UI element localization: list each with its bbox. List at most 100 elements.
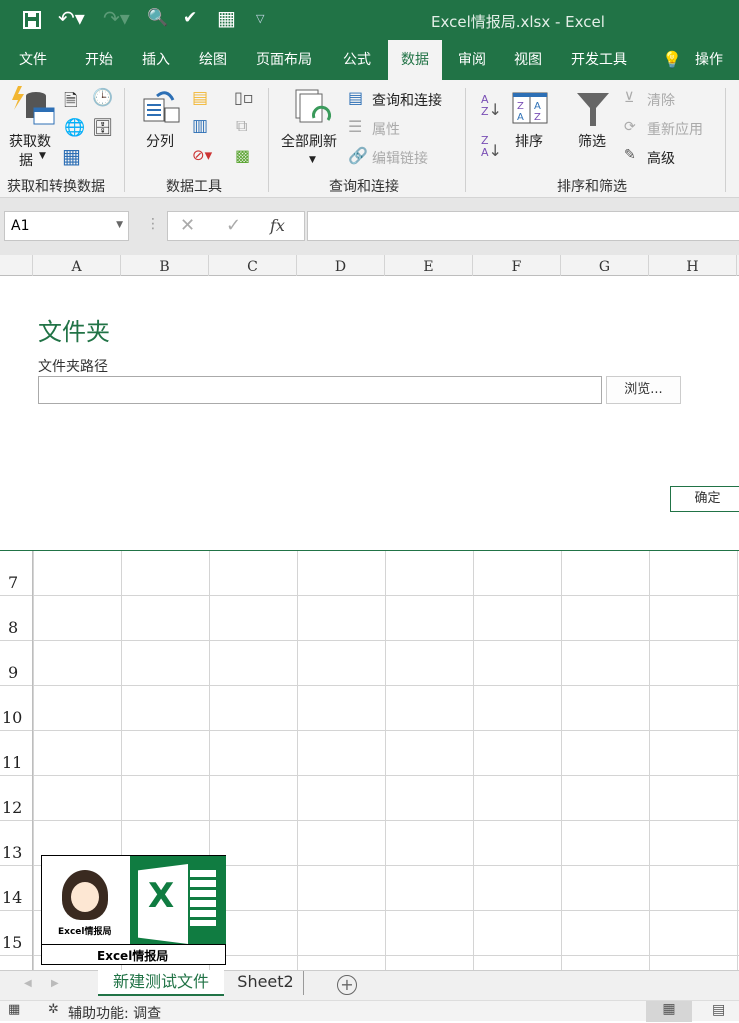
column-header-h[interactable]: H bbox=[649, 255, 737, 276]
gridline bbox=[737, 551, 738, 970]
gridline bbox=[561, 551, 562, 970]
undo-icon[interactable]: ↶▾ bbox=[58, 6, 85, 30]
properties-icon: ☰ bbox=[348, 117, 363, 136]
folder-path-input[interactable] bbox=[38, 376, 602, 404]
browse-button[interactable]: 浏览... bbox=[606, 376, 681, 404]
sort-descending-icon[interactable]: Z A↓ bbox=[481, 135, 502, 159]
properties-button: 属性 bbox=[372, 122, 400, 138]
tab-insert[interactable]: 插入 bbox=[132, 40, 180, 80]
chevron-down-icon[interactable]: ▼ bbox=[116, 220, 123, 230]
tab-page-layout[interactable]: 页面布局 bbox=[246, 40, 322, 80]
data-model-icon[interactable]: ▩ bbox=[235, 146, 250, 165]
gridline bbox=[385, 551, 386, 970]
consolidate-icon[interactable]: ▯▫ bbox=[234, 88, 254, 107]
row-header-7[interactable]: 7 bbox=[0, 551, 33, 596]
advanced-button[interactable]: 高级 bbox=[647, 148, 675, 168]
add-sheet-icon[interactable]: + bbox=[337, 975, 357, 995]
row-header-11[interactable]: 11 bbox=[0, 731, 33, 776]
gridline bbox=[33, 595, 739, 596]
row-header-8[interactable]: 8 bbox=[0, 596, 33, 641]
table-icon[interactable]: ▦ bbox=[217, 6, 236, 30]
folder-dialog: 文件夹 文件夹路径 浏览... 确定 bbox=[0, 276, 739, 551]
row-header-15[interactable]: 15 bbox=[0, 911, 33, 956]
tab-home[interactable]: 开始 bbox=[75, 40, 123, 80]
from-table-icon[interactable]: ▦ bbox=[62, 144, 81, 168]
gridline bbox=[33, 730, 739, 731]
logo-image[interactable]: Excel情报局 X Excel情报局 bbox=[41, 855, 226, 965]
text-to-columns-button[interactable]: 分列 bbox=[146, 131, 174, 151]
from-text-icon[interactable]: 🗎 bbox=[64, 88, 78, 117]
row-header-9[interactable]: 9 bbox=[0, 641, 33, 686]
edit-links-button: 编辑链接 bbox=[372, 151, 428, 167]
dropdown-arrow-icon: ▼ bbox=[39, 151, 46, 161]
row-header-13[interactable]: 13 bbox=[0, 821, 33, 866]
sort-ascending-icon[interactable]: A Z↓ bbox=[481, 94, 502, 118]
svg-text:A: A bbox=[534, 101, 541, 112]
get-data-button-2[interactable]: 据 bbox=[19, 150, 33, 170]
publish-icon[interactable]: ✔ bbox=[183, 8, 197, 28]
sheet-tab-active[interactable]: 新建测试文件 bbox=[98, 970, 224, 996]
formula-input[interactable] bbox=[307, 211, 739, 241]
tab-review[interactable]: 审阅 bbox=[448, 40, 496, 80]
recent-sources-icon[interactable]: 🕒 bbox=[92, 88, 113, 108]
row-header-12[interactable]: 12 bbox=[0, 776, 33, 821]
formula-bar: A1 ▼ ⋮ ✕ ✓ fx bbox=[0, 198, 739, 255]
window-title: Excel情报局.xlsx - Excel bbox=[431, 13, 605, 31]
ok-button[interactable]: 确定 bbox=[670, 486, 739, 512]
column-header-a[interactable]: A bbox=[33, 255, 121, 276]
column-header-f[interactable]: F bbox=[473, 255, 561, 276]
drag-handle-icon[interactable]: ⋮ bbox=[146, 216, 160, 232]
tab-data[interactable]: 数据 bbox=[388, 40, 442, 80]
tab-view[interactable]: 视图 bbox=[504, 40, 552, 80]
name-box[interactable]: A1 ▼ bbox=[4, 211, 129, 241]
select-all-button[interactable] bbox=[0, 255, 33, 276]
customize-icon[interactable]: ▽ bbox=[256, 12, 264, 25]
print-preview-icon[interactable]: 🔍 bbox=[147, 8, 168, 28]
row-header-10[interactable]: 10 bbox=[0, 686, 33, 731]
column-header-g[interactable]: G bbox=[561, 255, 649, 276]
existing-connections-icon[interactable]: 🗄 bbox=[92, 118, 114, 138]
from-web-icon[interactable]: 🌐 bbox=[64, 118, 85, 138]
gridline bbox=[33, 775, 739, 776]
path-label: 文件夹路径 bbox=[38, 359, 108, 375]
formula-buttons: ✕ ✓ fx bbox=[167, 211, 305, 241]
column-header-e[interactable]: E bbox=[385, 255, 473, 276]
column-header-d[interactable]: D bbox=[297, 255, 385, 276]
sheet-tab[interactable]: Sheet2 bbox=[228, 971, 304, 995]
text-to-columns-icon bbox=[143, 91, 180, 123]
insert-function-icon[interactable]: fx bbox=[270, 216, 285, 235]
mascot-icon bbox=[62, 870, 108, 920]
scroll-right-icon[interactable]: ▶ bbox=[51, 978, 59, 989]
remove-duplicates-icon[interactable]: ▥ bbox=[192, 116, 208, 136]
tell-me[interactable]: 操作说 bbox=[685, 40, 739, 108]
clear-button: 清除 bbox=[647, 93, 675, 109]
accessibility-status[interactable]: 辅助功能: 调查 bbox=[68, 1003, 161, 1023]
refresh-all-button[interactable]: 全部刷新 bbox=[281, 131, 337, 151]
page-layout-view-icon[interactable]: ▤ bbox=[712, 1002, 725, 1018]
save-icon[interactable] bbox=[23, 11, 41, 29]
clear-filter-icon: ⊻ bbox=[624, 90, 635, 106]
divider bbox=[465, 88, 466, 192]
get-data-button[interactable]: 获取数 bbox=[9, 131, 51, 151]
flash-fill-icon[interactable]: ▤ bbox=[192, 88, 208, 108]
sort-button[interactable]: 排序 bbox=[515, 131, 543, 151]
column-header-c[interactable]: C bbox=[209, 255, 297, 276]
data-validation-icon[interactable]: ⊘▾ bbox=[192, 146, 212, 164]
filter-button[interactable]: 筛选 bbox=[578, 131, 606, 151]
macro-record-icon[interactable]: ▦ bbox=[8, 1002, 20, 1017]
group-label-get-transform: 获取和转换数据 bbox=[7, 179, 105, 195]
scroll-left-icon[interactable]: ◀ bbox=[24, 978, 32, 989]
tab-file[interactable]: 文件 bbox=[9, 40, 57, 80]
enter-icon[interactable]: ✓ bbox=[226, 215, 241, 236]
tab-formulas[interactable]: 公式 bbox=[333, 40, 381, 80]
cancel-icon[interactable]: ✕ bbox=[180, 215, 195, 236]
column-header-b[interactable]: B bbox=[121, 255, 209, 276]
lightbulb-icon: 💡 bbox=[662, 50, 682, 69]
normal-view-button[interactable]: ▦ bbox=[646, 1001, 692, 1022]
tab-developer[interactable]: 开发工具 bbox=[561, 40, 637, 80]
divider bbox=[268, 88, 269, 192]
queries-connections-button[interactable]: 查询和连接 bbox=[372, 90, 442, 110]
reapply-button: 重新应用 bbox=[647, 122, 703, 138]
tab-draw[interactable]: 绘图 bbox=[189, 40, 237, 80]
row-header-14[interactable]: 14 bbox=[0, 866, 33, 911]
